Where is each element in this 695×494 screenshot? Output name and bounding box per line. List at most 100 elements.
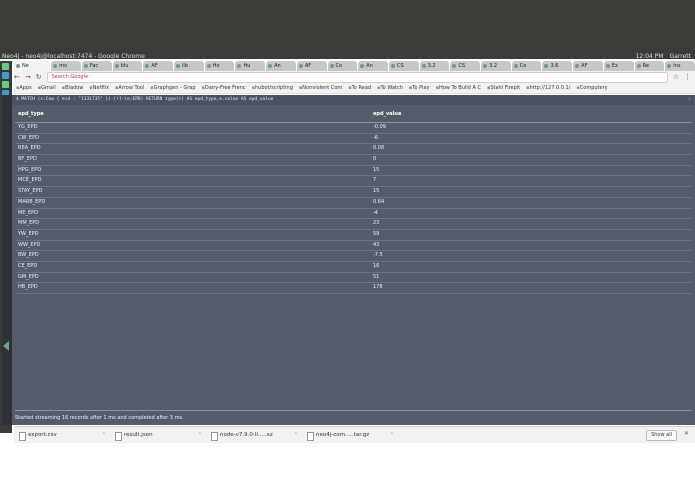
- cell-epd-type: MM_EPD: [18, 220, 40, 227]
- browser-tab[interactable]: Hu: [235, 61, 266, 71]
- result-table: epd_type epd_value YG_EPD -0.09 CW_EPD -6 RE…: [15, 107, 692, 294]
- cell-epd-value: 15: [373, 166, 380, 173]
- browser-tab[interactable]: An: [358, 61, 388, 71]
- show-all-button[interactable]: Show all: [646, 430, 677, 441]
- download-item[interactable]: neo4j-com.....tar.gz ⌃: [302, 432, 394, 441]
- table-row: MM_EPD 23: [15, 219, 692, 230]
- cell-epd-type: REA_EPD: [18, 145, 41, 152]
- table-row: YG_EPD -0.09: [15, 123, 692, 134]
- bookmark-item[interactable]: Nonviolent Com: [299, 83, 342, 93]
- bookmark-item[interactable]: Computery: [576, 83, 608, 93]
- bookmark-item[interactable]: Stahl Firepit: [487, 83, 520, 93]
- bookmark-item[interactable]: Apps: [16, 83, 31, 93]
- cell-epd-value: -6: [373, 134, 378, 141]
- bookmark-item[interactable]: Dairy-Free Frenc: [202, 83, 246, 93]
- launcher-app-icon[interactable]: [2, 63, 9, 70]
- bookmark-item[interactable]: http://127.0.0.1/: [526, 83, 571, 93]
- browser-tab[interactable]: CS: [388, 61, 419, 71]
- cell-epd-type: MARB_EPD: [18, 198, 46, 205]
- browser-tab[interactable]: lib: [174, 61, 204, 71]
- table-row: MARB_EPD 0.64: [15, 198, 692, 209]
- bookmark-item[interactable]: Graphgen - Grap: [150, 83, 196, 93]
- table-row: STAY_EPD 15: [15, 187, 692, 198]
- forward-icon[interactable]: →: [25, 73, 31, 81]
- cell-epd-value: 15: [373, 188, 380, 195]
- back-icon[interactable]: ←: [14, 73, 20, 81]
- browser-tab[interactable]: 3.2: [419, 61, 450, 71]
- browser-tab[interactable]: Fac: [81, 61, 112, 71]
- launcher-app-icon[interactable]: [2, 81, 9, 88]
- reload-icon[interactable]: ↻: [36, 73, 42, 81]
- bookmark-item[interactable]: Gmail: [38, 83, 56, 93]
- browser-tab[interactable]: CS: [450, 61, 481, 71]
- download-filename: node-v7.9.0-li.....xz: [220, 432, 273, 438]
- chevron-up-icon[interactable]: ⌃: [294, 432, 298, 438]
- status-bar: Started streaming 16 records after 1 ms …: [15, 410, 692, 425]
- bookmark-item[interactable]: To Watch: [377, 83, 402, 93]
- browser-tab[interactable]: Ne: [14, 61, 51, 71]
- cell-epd-type: GM_EPD: [18, 273, 39, 280]
- browser-tab[interactable]: 3.2: [481, 61, 511, 71]
- table-row: HB_EPD 178: [15, 283, 692, 294]
- expand-arrow-icon[interactable]: [3, 341, 9, 351]
- browser-tab[interactable]: Re: [634, 61, 665, 71]
- browser-tab[interactable]: Co: [327, 61, 358, 71]
- os-top-bar: [0, 0, 695, 59]
- browser-tab[interactable]: Co: [511, 61, 542, 71]
- clock[interactable]: 12:04 PM: [636, 52, 664, 61]
- browser-tab[interactable]: Ho: [204, 61, 235, 71]
- browser-tab[interactable]: AF: [143, 61, 174, 71]
- bookmark-item[interactable]: Arrow Tool: [115, 83, 144, 93]
- table-row: YW_EPD 59: [15, 230, 692, 241]
- menu-icon[interactable]: ⋮: [684, 73, 691, 81]
- chevron-up-icon[interactable]: ⌃: [390, 432, 394, 438]
- column-header-epd-value[interactable]: epd_value: [373, 107, 692, 122]
- query-command[interactable]: $ MATCH (c:Cow { eid : "1331735" })-[r]-…: [12, 95, 695, 105]
- close-icon[interactable]: ✕: [684, 430, 689, 437]
- table-row: ME_EPD -4: [15, 209, 692, 220]
- download-item[interactable]: result.json ⌃: [110, 432, 202, 441]
- cell-epd-value: 7: [373, 177, 377, 184]
- cell-epd-type: STAY_EPD: [18, 188, 43, 195]
- browser-tab[interactable]: AF: [573, 61, 603, 71]
- downloads-bar: export.csv ⌃ result.json ⌃ node-v7.9.0-li...…: [14, 426, 695, 443]
- cell-epd-value: 51: [373, 273, 380, 280]
- download-item[interactable]: export.csv ⌃: [14, 432, 106, 441]
- cell-epd-value: 0.08: [373, 145, 385, 152]
- bookmark-item[interactable]: hubot/scripting: [252, 83, 293, 93]
- download-filename: export.csv: [28, 432, 57, 438]
- browser-tab[interactable]: ins: [665, 61, 695, 71]
- bookmark-item[interactable]: How To Build A C: [436, 83, 481, 93]
- bookmark-star-icon[interactable]: ☆: [673, 73, 679, 81]
- cell-epd-value: 0.64: [373, 198, 385, 205]
- bookmark-item[interactable]: Netflix: [89, 83, 109, 93]
- browser-tab[interactable]: 3.6: [542, 61, 573, 71]
- cell-epd-value: -7.5: [373, 252, 383, 259]
- table-row: CW_EPD -6: [15, 134, 692, 145]
- bookmark-item[interactable]: To Read: [348, 83, 371, 93]
- table-row: HPG_EPD 15: [15, 166, 692, 177]
- cell-epd-type: ME_EPD: [18, 209, 38, 216]
- chevron-up-icon[interactable]: ⌃: [102, 432, 106, 438]
- table-row: REA_EPD 0.08: [15, 144, 692, 156]
- launcher-app-icon[interactable]: [2, 72, 9, 79]
- browser-tab[interactable]: AF: [296, 61, 327, 71]
- download-items: export.csv ⌃ result.json ⌃ node-v7.9.0-li...…: [14, 432, 398, 441]
- download-item[interactable]: node-v7.9.0-li.....xz ⌃: [206, 432, 298, 441]
- cell-epd-value: -4: [373, 209, 378, 216]
- user-name[interactable]: Garrett: [670, 52, 691, 61]
- browser-tab[interactable]: blu: [112, 61, 143, 71]
- bookmark-item[interactable]: To Play: [409, 83, 429, 93]
- system-tray: 12:04 PM Garrett: [636, 52, 691, 61]
- table-header: epd_type epd_value: [15, 107, 692, 123]
- omnibox[interactable]: Search Google: [46, 71, 668, 83]
- browser-tab[interactable]: mo: [51, 61, 81, 71]
- browser-tab[interactable]: An: [266, 61, 296, 71]
- close-icon[interactable]: ✕: [688, 95, 691, 105]
- window-title: Neo4j - neo4j@localhost:7474 - Google Ch…: [2, 53, 145, 60]
- browser-tab[interactable]: Ex: [603, 61, 634, 71]
- bookmark-item[interactable]: Bladow: [62, 83, 83, 93]
- chevron-up-icon[interactable]: ⌃: [198, 432, 202, 438]
- cell-epd-type: CE_EPD: [18, 262, 38, 269]
- column-header-epd-type[interactable]: epd_type: [15, 107, 373, 122]
